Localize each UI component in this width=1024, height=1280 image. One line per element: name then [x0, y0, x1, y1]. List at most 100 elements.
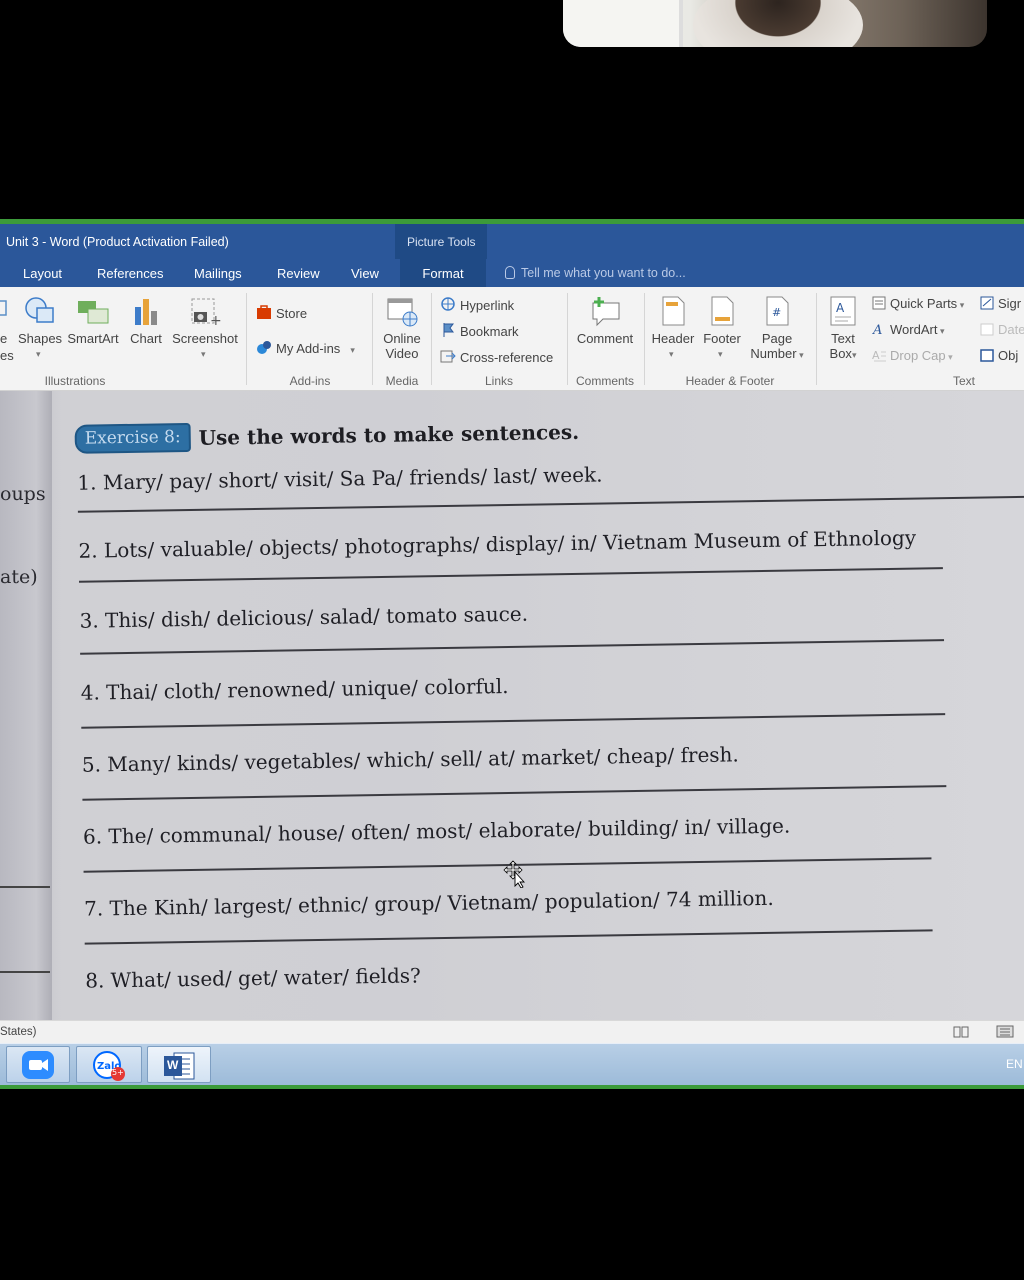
wordart-button[interactable]: A WordArt ▾	[872, 322, 944, 337]
online-video-button[interactable]: Online Video	[378, 295, 426, 361]
tell-me-box[interactable]: Tell me what you want to do...	[505, 266, 686, 280]
cut-label-2: es	[0, 348, 14, 363]
sentence-8: 8. What/ used/ get/ water/ fields?	[85, 963, 421, 993]
illustrations-group-label: Illustrations	[44, 374, 106, 388]
ribbon-separator	[431, 293, 432, 385]
svg-text:A: A	[872, 349, 880, 362]
screenshot-icon: +	[191, 298, 222, 327]
print-layout-icon[interactable]	[996, 1025, 1014, 1038]
svg-text:A: A	[836, 301, 845, 315]
date-icon	[980, 323, 994, 336]
hyperlink-label: Hyperlink	[460, 298, 515, 313]
webcam-overlay	[563, 0, 987, 47]
header-dropdown-arrow[interactable]: ▾	[669, 349, 674, 360]
cross-reference-button[interactable]: Cross-reference	[440, 348, 553, 365]
picture-tools-label: Picture Tools	[395, 224, 487, 259]
exercise-title: Use the words to make sentences.	[198, 419, 580, 450]
ribbon: e es Shapes SmartArt Chart + Screenshot …	[0, 287, 1024, 391]
text-box-icon: A	[830, 296, 856, 326]
ribbon-separator	[644, 293, 645, 385]
webcam-person	[693, 0, 863, 47]
answer-line	[78, 567, 943, 583]
zalo-icon: Zalo	[93, 1051, 125, 1081]
quick-parts-button[interactable]: Quick Parts ▾	[872, 296, 964, 311]
move-cursor-icon	[503, 860, 526, 888]
status-bar: States)	[0, 1020, 1024, 1043]
tell-me-text: Tell me what you want to do...	[521, 266, 686, 280]
store-button[interactable]: Store	[256, 304, 307, 321]
text-box-label-2: Box	[829, 346, 852, 361]
signature-line-button[interactable]: Sigr	[980, 296, 1021, 311]
sentence-4: 4. Thai/ cloth/ renowned/ unique/ colorf…	[80, 673, 509, 705]
read-mode-icon[interactable]	[953, 1025, 969, 1038]
quick-parts-icon	[872, 296, 886, 310]
shapes-icon	[25, 297, 54, 323]
footer-label: Footer	[703, 331, 741, 346]
exercise-heading: Exercise 8: Use the words to make senten…	[74, 417, 580, 454]
my-addins-button[interactable]: My Add-ins ▾	[256, 339, 355, 356]
tab-review[interactable]: Review	[277, 266, 320, 281]
drop-cap-button[interactable]: A Drop Cap ▾	[872, 348, 953, 363]
header-button[interactable]: Header	[650, 295, 696, 346]
wordart-icon: A	[872, 323, 882, 336]
svg-text:#: #	[772, 306, 781, 319]
ribbon-separator	[246, 293, 247, 385]
page-number-label-2: Number	[750, 346, 797, 361]
quick-parts-label: Quick Parts	[890, 296, 958, 311]
my-addins-icon	[257, 341, 271, 354]
window-title: Unit 3 - Word (Product Activation Failed…	[6, 235, 229, 249]
ribbon-separator	[816, 293, 817, 385]
screenshot-button[interactable]: + Screenshot	[170, 295, 240, 346]
taskbar-zoom[interactable]	[6, 1046, 70, 1083]
taskbar-word[interactable]: W	[147, 1046, 211, 1083]
screenshot-dropdown-arrow[interactable]: ▾	[201, 349, 206, 360]
chart-button[interactable]: Chart	[127, 295, 165, 346]
input-language[interactable]: EN	[1006, 1057, 1023, 1071]
sentence-6: 6. The/ communal/ house/ often/ most/ el…	[82, 813, 791, 849]
screen-border	[0, 1085, 1024, 1089]
exercise-badge: Exercise 8:	[74, 422, 191, 454]
screenshot-label: Screenshot	[172, 331, 238, 346]
margin-line	[0, 971, 50, 973]
sentence-7: 7. The Kinh/ largest/ ethnic/ group/ Vie…	[83, 885, 774, 921]
tab-layout[interactable]: Layout	[23, 266, 62, 281]
hyperlink-icon	[441, 297, 455, 311]
bookmark-button[interactable]: Bookmark	[440, 322, 519, 339]
tab-view[interactable]: View	[351, 266, 379, 281]
word-window: Unit 3 - Word (Product Activation Failed…	[0, 219, 1024, 1089]
drop-cap-icon: A	[872, 349, 886, 362]
cut-icon	[0, 300, 7, 316]
margin-fragment-1: oups	[0, 483, 46, 505]
text-box-button[interactable]: A Text Box▾	[822, 295, 864, 361]
sentence-3: 3. This/ dish/ delicious/ salad/ tomato …	[79, 601, 529, 633]
zoom-icon	[22, 1051, 54, 1079]
answer-line	[81, 713, 946, 729]
ribbon-separator	[372, 293, 373, 385]
object-label: Obj	[998, 348, 1019, 363]
footer-button[interactable]: Footer	[699, 295, 745, 346]
wordart-label: WordArt	[890, 322, 938, 337]
svg-text:A: A	[872, 323, 882, 336]
tab-format[interactable]: Format	[400, 259, 486, 287]
shapes-dropdown-arrow[interactable]: ▾	[36, 349, 41, 360]
hyperlink-button[interactable]: Hyperlink	[440, 296, 514, 313]
taskbar-zalo[interactable]: Zalo 5+	[76, 1046, 142, 1083]
online-video-label-2: Video	[385, 346, 419, 361]
store-icon	[257, 305, 271, 319]
page-number-icon: #	[766, 296, 789, 326]
shapes-button[interactable]: Shapes	[17, 295, 63, 346]
tab-mailings[interactable]: Mailings	[194, 266, 242, 281]
header-icon	[662, 296, 685, 326]
comment-button[interactable]: Comment	[573, 295, 637, 346]
tab-references[interactable]: References	[97, 266, 163, 281]
date-time-button[interactable]: Date	[980, 322, 1024, 337]
sentence-5: 5. Many/ kinds/ vegetables/ which/ sell/…	[81, 742, 739, 777]
webcam-background-window	[563, 0, 683, 47]
page-number-button[interactable]: # Page Number ▾	[746, 295, 808, 361]
smartart-button[interactable]: SmartArt	[65, 295, 121, 346]
footer-dropdown-arrow[interactable]: ▾	[718, 349, 723, 360]
answer-line	[84, 929, 933, 945]
footer-icon	[711, 296, 734, 326]
object-button[interactable]: Obj	[980, 348, 1018, 363]
margin-fragment-2: ate)	[0, 566, 38, 588]
